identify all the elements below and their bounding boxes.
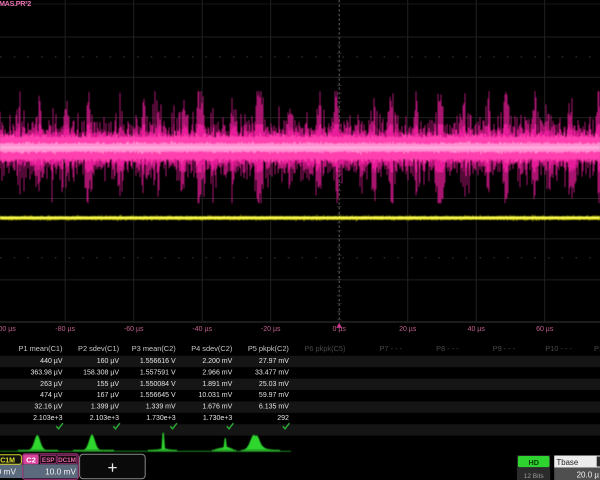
svg-text:1.339 mV: 1.339 mV xyxy=(146,404,176,411)
svg-text:20 µs: 20 µs xyxy=(399,326,417,333)
svg-text:1.556645 V: 1.556645 V xyxy=(140,392,176,399)
svg-text:2.103e+3: 2.103e+3 xyxy=(90,415,119,422)
svg-text:0 µs: 0 µs xyxy=(333,326,347,333)
svg-text:-40 µs: -40 µs xyxy=(192,326,212,333)
svg-text:1.557591 V: 1.557591 V xyxy=(140,369,176,376)
svg-text:10.031 mV: 10.031 mV xyxy=(198,392,232,399)
svg-text:ESP: ESP xyxy=(42,457,55,464)
svg-text:10.0 mV: 10.0 mV xyxy=(0,467,16,477)
svg-text:1.730e+3: 1.730e+3 xyxy=(203,415,232,422)
svg-text:160 µV: 160 µV xyxy=(97,358,120,365)
svg-text:155 µV: 155 µV xyxy=(97,381,120,388)
svg-text:P1: P1 xyxy=(594,344,600,353)
svg-text:P5 pkpk(C2): P5 pkpk(C2) xyxy=(248,344,289,353)
svg-text:DC1M: DC1M xyxy=(0,457,15,464)
svg-text:40 µs: 40 µs xyxy=(468,326,486,333)
svg-text:-80 µs: -80 µs xyxy=(55,326,75,333)
svg-text:32.16 µV: 32.16 µV xyxy=(34,404,62,411)
svg-text:158.308 µV: 158.308 µV xyxy=(83,369,119,376)
svg-text:DC1M: DC1M xyxy=(58,457,76,464)
svg-text:25.03 mV: 25.03 mV xyxy=(259,381,289,388)
svg-text:10.0 mV: 10.0 mV xyxy=(45,467,76,477)
svg-text:P3 mean(C2): P3 mean(C2) xyxy=(132,344,176,353)
svg-text:P2 sdev(C1): P2 sdev(C1) xyxy=(78,344,119,353)
svg-text:P9 - - -: P9 - - - xyxy=(493,344,516,353)
svg-text:Tbase: Tbase xyxy=(557,458,579,467)
svg-text:440 µV: 440 µV xyxy=(40,358,63,365)
svg-text:263 µV: 263 µV xyxy=(40,381,63,388)
svg-text:2.103e+3: 2.103e+3 xyxy=(33,415,62,422)
svg-text:6.135 mV: 6.135 mV xyxy=(259,404,289,411)
svg-text:-100 µs: -100 µs xyxy=(0,326,16,333)
svg-text:P7 - - -: P7 - - - xyxy=(380,344,403,353)
svg-text:27.97 mV: 27.97 mV xyxy=(259,358,289,365)
svg-text:1.676 mV: 1.676 mV xyxy=(202,404,232,411)
svg-text:12 Bits: 12 Bits xyxy=(524,473,545,480)
svg-text:P1 mean(C1): P1 mean(C1) xyxy=(19,344,63,353)
svg-text:P6 pkpk(C5): P6 pkpk(C5) xyxy=(304,344,345,353)
svg-text:1.399 µV: 1.399 µV xyxy=(91,404,119,411)
svg-text:20.0 µ: 20.0 µ xyxy=(577,470,600,479)
svg-text:1.550084 V: 1.550084 V xyxy=(140,381,176,388)
svg-text:P4 sdev(C2): P4 sdev(C2) xyxy=(191,344,232,353)
svg-text:C2: C2 xyxy=(26,456,36,465)
svg-text:1.730e+3: 1.730e+3 xyxy=(146,415,175,422)
svg-text:363.98 µV: 363.98 µV xyxy=(30,369,62,376)
svg-text:HD: HD xyxy=(529,458,539,467)
svg-text:60 µs: 60 µs xyxy=(536,326,554,333)
svg-text:2.200 mV: 2.200 mV xyxy=(202,358,232,365)
svg-text:2.966 mV: 2.966 mV xyxy=(202,369,232,376)
svg-text:33.477 mV: 33.477 mV xyxy=(255,369,289,376)
svg-text:167 µV: 167 µV xyxy=(97,392,120,399)
svg-text:1.891 mV: 1.891 mV xyxy=(202,381,232,388)
svg-text:59.97 mV: 59.97 mV xyxy=(259,392,289,399)
svg-text:1.556616 V: 1.556616 V xyxy=(140,358,176,365)
svg-text:-20 µs: -20 µs xyxy=(261,326,281,333)
svg-text:474 µV: 474 µV xyxy=(40,392,63,399)
svg-text:P10 - - -: P10 - - - xyxy=(545,344,572,353)
svg-text:P8 - - -: P8 - - - xyxy=(436,344,459,353)
svg-text:MAS.PR²2: MAS.PR²2 xyxy=(0,0,31,8)
svg-text:-60 µs: -60 µs xyxy=(124,326,144,333)
svg-text:292: 292 xyxy=(277,415,289,422)
